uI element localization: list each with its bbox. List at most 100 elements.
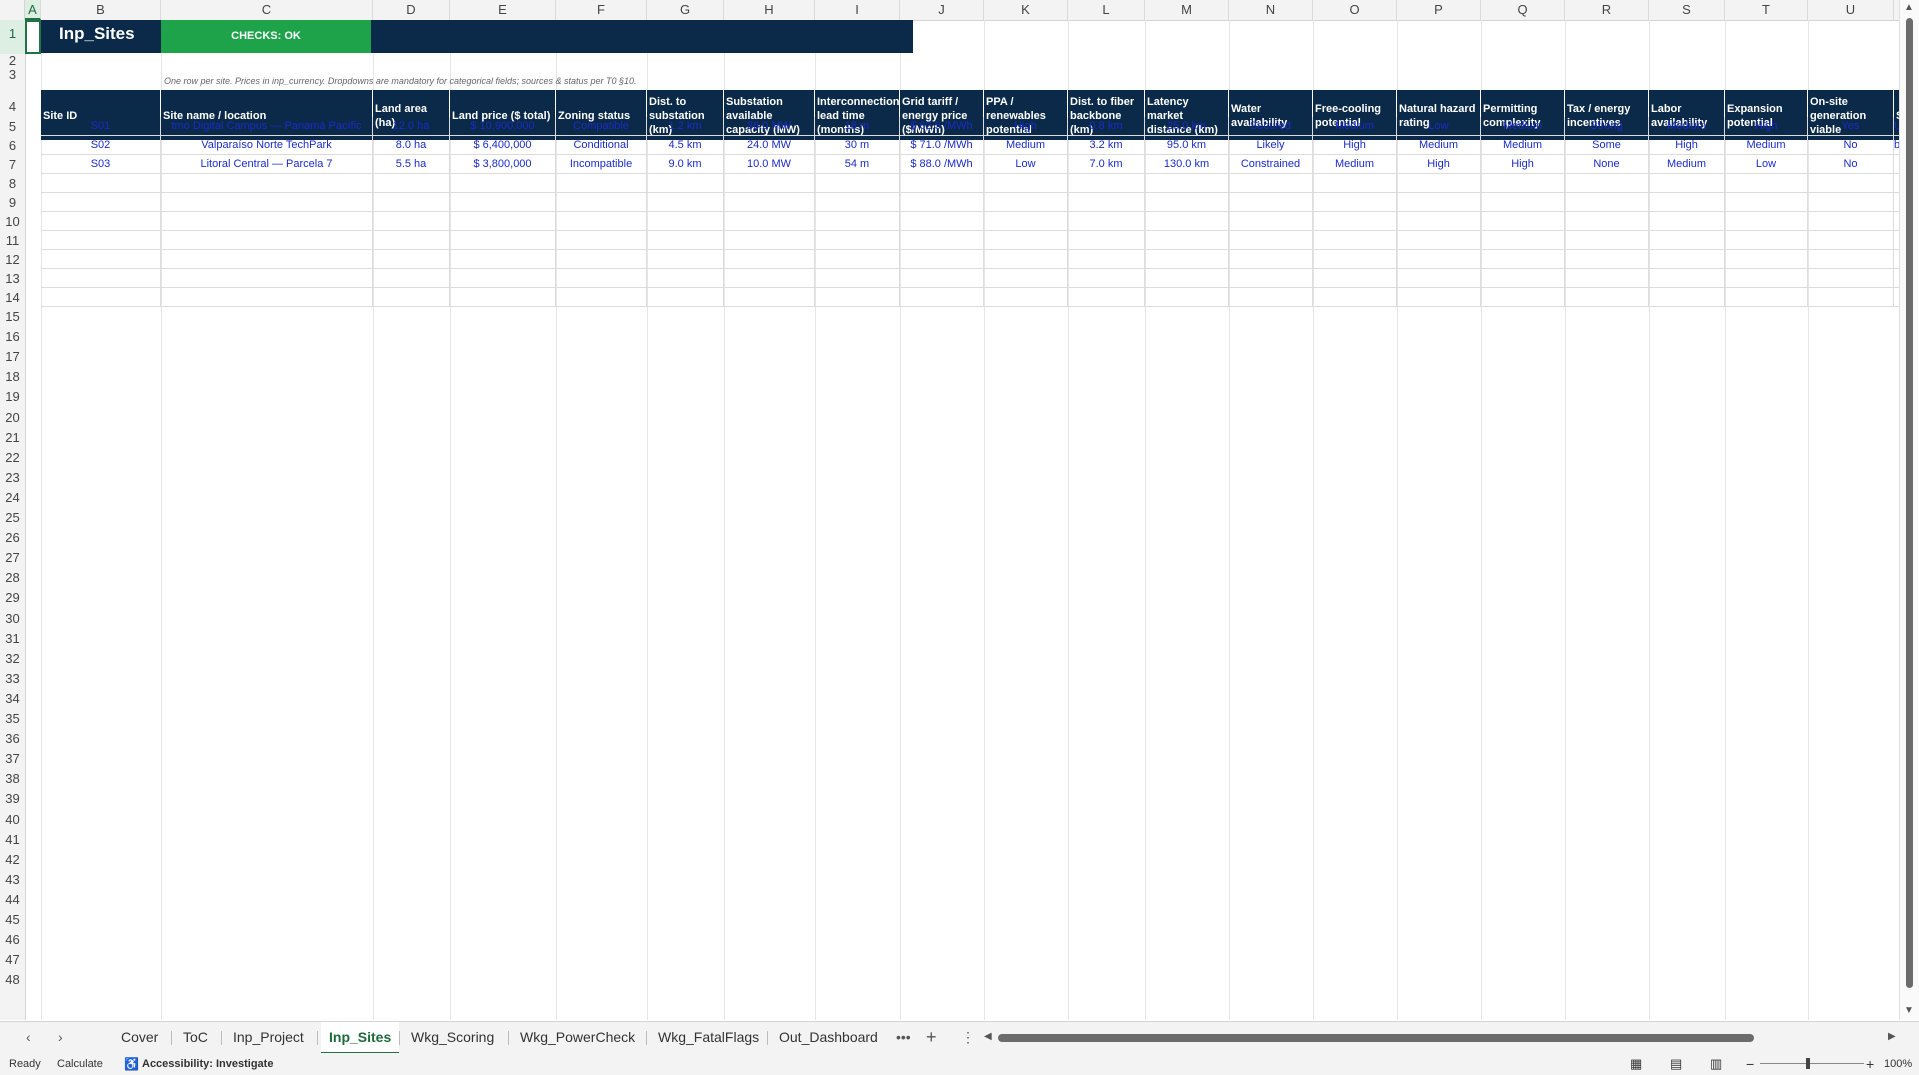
table-cell[interactable]: Incompatible [556,155,647,174]
empty-cell[interactable] [984,193,1068,212]
table-cell[interactable]: High [1313,136,1397,155]
empty-cell[interactable] [1313,250,1397,269]
hscroll-left-icon[interactable]: ◀ [984,1022,992,1052]
empty-cell[interactable] [1068,250,1145,269]
empty-cell[interactable] [1145,212,1229,231]
calculate-button[interactable]: Calculate [57,1053,103,1075]
empty-cell[interactable] [1313,269,1397,288]
empty-cell[interactable] [373,193,450,212]
table-cell[interactable]: Medium [1313,117,1397,136]
column-header-a[interactable]: A [25,0,41,20]
column-header-l[interactable]: L [1068,0,1145,20]
row-header-37[interactable]: 37 [0,749,25,769]
row-header-40[interactable]: 40 [0,810,25,830]
empty-cell[interactable] [815,193,900,212]
empty-cell[interactable] [1808,269,1894,288]
table-cell[interactable]: 54 m [815,155,900,174]
empty-cell[interactable] [984,212,1068,231]
empty-cell[interactable] [373,231,450,250]
row-header-44[interactable]: 44 [0,890,25,910]
row-header-8[interactable]: 8 [0,174,25,193]
row-header-18[interactable]: 18 [0,367,25,387]
empty-cell[interactable] [373,174,450,193]
empty-cell[interactable] [1313,288,1397,307]
empty-cell[interactable] [1808,212,1894,231]
table-cell[interactable]: S03 [41,155,161,174]
empty-cell[interactable] [1229,288,1313,307]
empty-cell[interactable] [1649,193,1725,212]
empty-cell[interactable] [556,231,647,250]
empty-cell[interactable] [1481,250,1565,269]
empty-cell[interactable] [41,250,161,269]
empty-cell[interactable] [161,212,373,231]
empty-cell[interactable] [724,288,815,307]
empty-cell[interactable] [1649,250,1725,269]
hscroll-right-icon[interactable]: ▶ [1888,1022,1896,1052]
empty-cell[interactable] [815,231,900,250]
empty-cell[interactable] [1229,269,1313,288]
empty-cell[interactable] [1397,231,1481,250]
empty-cell[interactable] [1808,250,1894,269]
empty-cell[interactable] [815,288,900,307]
accessibility-status[interactable]: Accessibility: Investigate [142,1053,273,1075]
row-header-48[interactable]: 48 [0,970,25,990]
table-cell[interactable]: 30 m [815,136,900,155]
empty-cell[interactable] [1397,288,1481,307]
empty-cell[interactable] [161,288,373,307]
empty-cell[interactable] [1649,231,1725,250]
empty-cell[interactable] [900,193,984,212]
row-header-32[interactable]: 32 [0,649,25,669]
row-header-10[interactable]: 10 [0,212,25,231]
empty-cell[interactable] [450,269,556,288]
empty-cell[interactable] [556,288,647,307]
column-header-e[interactable]: E [450,0,556,20]
zoom-in-icon[interactable]: + [1866,1053,1874,1075]
table-cell[interactable]: Constrained [1229,155,1313,174]
table-cell[interactable]: $ 88.0 /MWh [900,155,984,174]
page-layout-view-icon[interactable]: ▤ [1670,1053,1682,1075]
table-cell[interactable]: 0.8 km [1068,117,1145,136]
row-header-27[interactable]: 27 [0,548,25,568]
table-cell[interactable]: High [984,117,1068,136]
row-header-13[interactable]: 13 [0,269,25,288]
empty-cell[interactable] [1068,212,1145,231]
row-header-12[interactable]: 12 [0,250,25,269]
row-header-43[interactable]: 43 [0,870,25,890]
column-header-u[interactable]: U [1808,0,1894,20]
row-header-15[interactable]: 15 [0,307,25,327]
row-header-3[interactable]: 3 [0,68,25,82]
empty-cell[interactable] [373,212,450,231]
sheet-grid[interactable]: Inp_Sites CHECKS: OK One row per site. P… [25,20,1900,1020]
empty-cell[interactable] [1068,193,1145,212]
empty-cell[interactable] [1068,174,1145,193]
column-header-g[interactable]: G [647,0,724,20]
page-break-view-icon[interactable]: ▥ [1710,1053,1722,1075]
empty-cell[interactable] [556,174,647,193]
table-cell[interactable]: High [1481,155,1565,174]
empty-cell[interactable] [1068,231,1145,250]
table-cell[interactable]: Conditional [556,136,647,155]
tab-inp-project[interactable]: Inp_Project [225,1022,312,1052]
empty-cell[interactable] [647,193,724,212]
empty-cell[interactable] [161,231,373,250]
empty-cell[interactable] [1725,174,1808,193]
table-cell[interactable]: $ 10,900,000 [450,117,556,136]
table-cell[interactable]: None [1565,155,1649,174]
empty-cell[interactable] [161,269,373,288]
column-header-c[interactable]: C [161,0,373,20]
empty-cell[interactable] [724,174,815,193]
empty-cell[interactable] [161,193,373,212]
empty-cell[interactable] [815,212,900,231]
empty-cell[interactable] [450,231,556,250]
empty-cell[interactable] [1313,231,1397,250]
empty-cell[interactable] [1649,288,1725,307]
empty-cell[interactable] [1313,174,1397,193]
row-header-5[interactable]: 5 [0,117,25,136]
table-cell[interactable]: Medium [1649,117,1725,136]
more-sheets-icon[interactable]: ••• [896,1022,911,1052]
row-header-17[interactable]: 17 [0,347,25,367]
table-cell[interactable]: High [1397,155,1481,174]
empty-cell[interactable] [1725,231,1808,250]
empty-cell[interactable] [1397,193,1481,212]
table-cell[interactable]: Low [984,155,1068,174]
